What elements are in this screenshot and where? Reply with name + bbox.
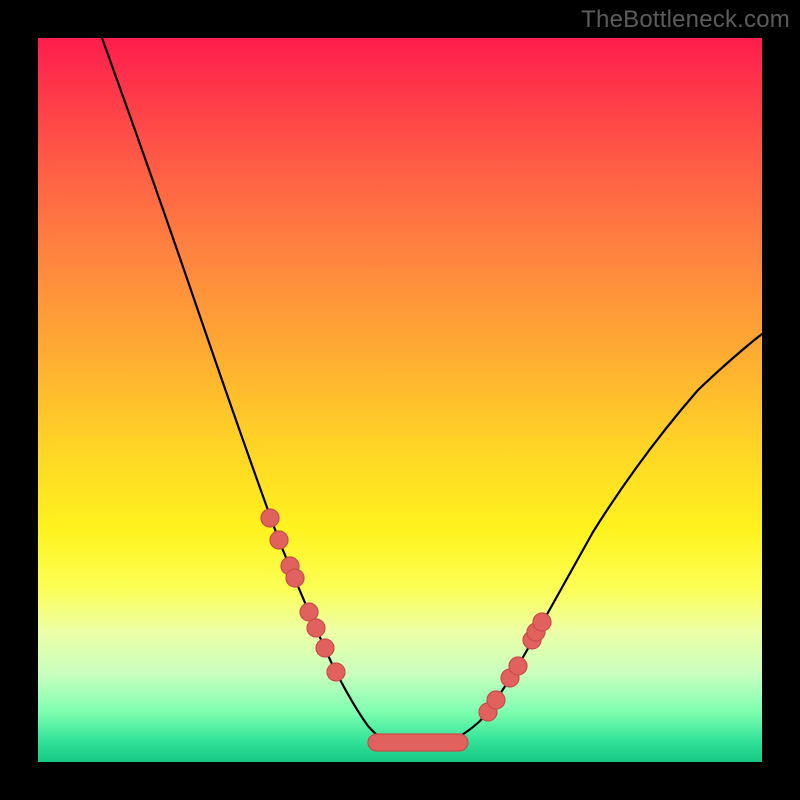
watermark-text: TheBottleneck.com bbox=[581, 6, 790, 34]
bottom-bar-marker bbox=[368, 734, 468, 751]
curve-right-branch bbox=[448, 334, 762, 742]
curve-left-branch bbox=[102, 38, 388, 742]
chart-svg bbox=[38, 38, 762, 762]
marker-left bbox=[261, 509, 279, 527]
marker-left bbox=[307, 619, 325, 637]
marker-right bbox=[487, 691, 505, 709]
marker-left bbox=[327, 663, 345, 681]
chart-frame: TheBottleneck.com bbox=[0, 0, 800, 800]
marker-left bbox=[270, 531, 288, 549]
marker-right bbox=[509, 657, 527, 675]
marker-right bbox=[533, 613, 551, 631]
marker-left bbox=[316, 639, 334, 657]
marker-left bbox=[300, 603, 318, 621]
marker-left bbox=[286, 569, 304, 587]
plot-area bbox=[38, 38, 762, 762]
